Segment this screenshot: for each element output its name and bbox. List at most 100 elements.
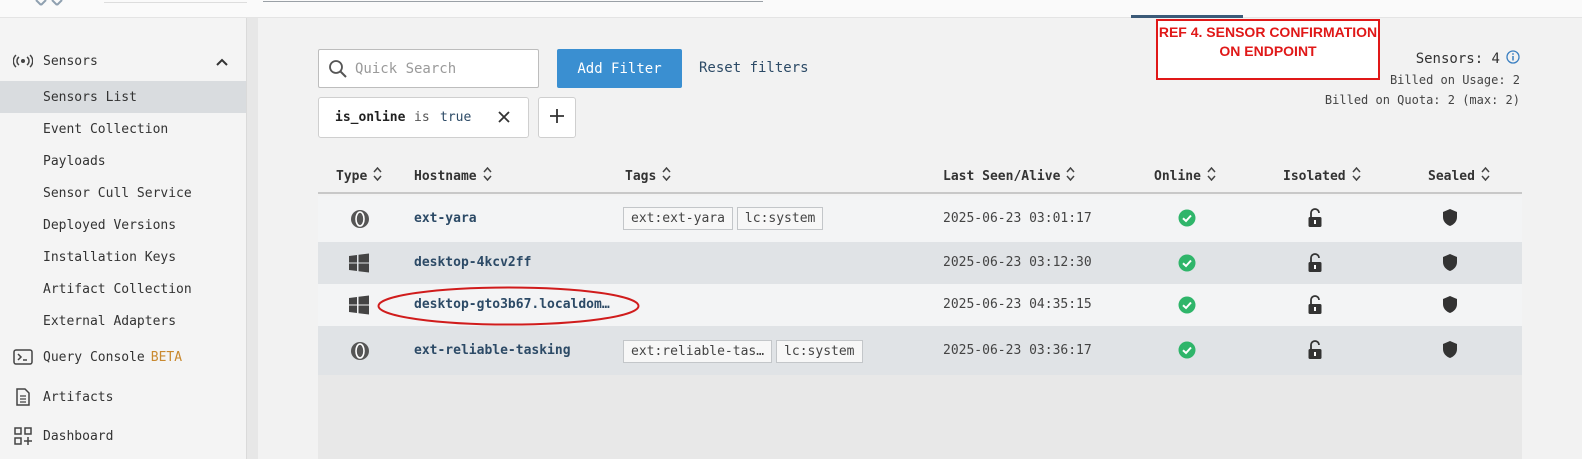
unlock-icon[interactable] (1307, 295, 1323, 315)
column-header-label: Online (1154, 168, 1201, 184)
sidebar-section-query-console[interactable]: Query Console BETA (0, 342, 246, 372)
unlock-icon[interactable] (1307, 253, 1323, 273)
column-header-hostname[interactable]: Hostname (414, 166, 492, 185)
column-header-type[interactable]: Type (336, 166, 382, 185)
sidebar-item-sensor-cull-service[interactable]: Sensor Cull Service (0, 177, 246, 209)
column-header-label: Last Seen/Alive (943, 168, 1061, 184)
add-filter-chip-button[interactable] (538, 97, 576, 138)
hostname-link[interactable]: ext-yara (414, 211, 477, 226)
sidebar-item-label: Event Collection (43, 121, 169, 137)
column-header-label: Hostname (414, 168, 477, 184)
last-seen: 2025-06-23 03:36:17 (943, 343, 1092, 358)
sidebar-item-label: Installation Keys (43, 249, 177, 265)
chevron-up-icon[interactable] (216, 54, 228, 69)
add-filter-button[interactable]: Add Filter (557, 49, 682, 88)
sensor-stats: Sensors: 4 Billed on Usage: 2 Billed on … (1325, 48, 1520, 110)
last-seen: 2025-06-23 03:12:30 (943, 255, 1092, 270)
column-header-online[interactable]: Online (1154, 166, 1216, 185)
column-header-last-seen[interactable]: Last Seen/Alive (943, 166, 1075, 185)
annotation-highlight-oval (377, 286, 640, 326)
quick-search-input[interactable]: Quick Search (318, 49, 539, 88)
billed-quota: Billed on Quota: 2 (max: 2) (1324, 93, 1520, 107)
sidebar-item-external-adapters[interactable]: External Adapters (0, 305, 246, 337)
filter-value: true (440, 110, 472, 125)
shield-icon[interactable] (1442, 208, 1458, 227)
filter-chip: is_online is true (318, 97, 529, 138)
shield-icon[interactable] (1442, 295, 1458, 314)
hostname-link[interactable]: ext-reliable-tasking (414, 343, 571, 358)
filter-operator: is (414, 110, 430, 125)
online-check-icon (1178, 209, 1196, 227)
sort-icon (1481, 166, 1490, 185)
sidebar-item-label: Sensor Cull Service (43, 185, 192, 201)
terminal-icon (12, 346, 34, 368)
column-header-label: Tags (625, 168, 657, 184)
logo-icon (35, 0, 63, 6)
sort-icon (483, 166, 492, 185)
plus-icon (549, 108, 565, 128)
sidebar-item-installation-keys[interactable]: Installation Keys (0, 241, 246, 273)
tag[interactable]: lc:system (736, 207, 824, 230)
unlock-icon[interactable] (1307, 208, 1323, 228)
last-seen: 2025-06-23 04:35:15 (943, 297, 1092, 312)
column-header-tags[interactable]: Tags (625, 166, 671, 185)
sidebar-section-label: Artifacts (43, 389, 114, 405)
sort-icon (1066, 166, 1075, 185)
extension-icon (350, 341, 370, 361)
sidebar-item-label: Deployed Versions (43, 217, 177, 233)
sensors-count: Sensors: 4 (1415, 51, 1500, 67)
sort-icon (1352, 166, 1361, 185)
sort-icon (662, 166, 671, 185)
sidebar-section-sensors[interactable]: Sensors (0, 46, 246, 76)
tag[interactable]: ext:ext-yara (623, 207, 733, 230)
table-row[interactable]: ext-reliable-tasking ext:reliable-tas… l… (318, 326, 1522, 375)
windows-icon (349, 253, 369, 273)
sidebar-item-label: Artifact Collection (43, 281, 192, 297)
online-check-icon (1178, 341, 1196, 359)
sidebar-item-sensors-list[interactable]: Sensors List (0, 81, 246, 113)
sidebar-section-dashboard[interactable]: Dashboard (0, 421, 246, 451)
tag[interactable]: lc:system (776, 340, 863, 363)
global-search-input[interactable] (104, 0, 247, 3)
sidebar-item-deployed-versions[interactable]: Deployed Versions (0, 209, 246, 241)
online-check-icon (1178, 254, 1196, 272)
document-icon (12, 386, 34, 408)
sidebar-item-label: Sensors List (43, 89, 137, 105)
sidebar-item-artifact-collection[interactable]: Artifact Collection (0, 273, 246, 305)
top-bar (0, 0, 1582, 18)
sidebar-item-payloads[interactable]: Payloads (0, 145, 246, 177)
header-tab-strip (263, 0, 763, 2)
shield-icon[interactable] (1442, 253, 1458, 272)
dashboard-icon (12, 425, 34, 447)
unlock-icon[interactable] (1307, 340, 1323, 360)
table-body: ext-yara ext:ext-yara lc:system 2025-06-… (318, 196, 1522, 459)
sidebar-section-label: Dashboard (43, 428, 114, 444)
extension-icon (350, 209, 370, 229)
shield-icon[interactable] (1442, 340, 1458, 359)
search-icon (328, 59, 348, 83)
broadcast-icon (12, 50, 34, 72)
column-header-label: Isolated (1283, 168, 1346, 184)
tag[interactable]: ext:reliable-tas… (623, 340, 773, 363)
column-header-label: Type (336, 168, 368, 184)
sort-icon (373, 166, 382, 185)
column-header-sealed[interactable]: Sealed (1428, 166, 1490, 185)
table-row[interactable]: ext-yara ext:ext-yara lc:system 2025-06-… (318, 196, 1522, 242)
sidebar-item-event-collection[interactable]: Event Collection (0, 113, 246, 145)
reset-filters-link[interactable]: Reset filters (699, 60, 809, 76)
sidebar-section-artifacts[interactable]: Artifacts (0, 382, 246, 412)
close-icon[interactable] (495, 108, 513, 130)
tags-cell: ext:ext-yara lc:system (623, 207, 827, 230)
column-header-label: Sealed (1428, 168, 1475, 184)
last-seen: 2025-06-23 03:01:17 (943, 211, 1092, 226)
sidebar-item-label: External Adapters (43, 313, 177, 329)
column-header-isolated[interactable]: Isolated (1283, 166, 1361, 185)
sidebar-section-label: Sensors (43, 53, 98, 69)
sidebar-scrollbar[interactable] (246, 18, 258, 459)
hostname-link[interactable]: desktop-4kcv2ff (414, 255, 531, 270)
table-row[interactable]: desktop-4kcv2ff 2025-06-23 03:12:30 (318, 242, 1522, 284)
table-header: Type Hostname Tags Last Seen/Alive Onlin… (318, 158, 1522, 194)
windows-icon (349, 295, 369, 315)
beta-badge: BETA (150, 349, 183, 365)
info-icon[interactable] (1506, 50, 1520, 68)
